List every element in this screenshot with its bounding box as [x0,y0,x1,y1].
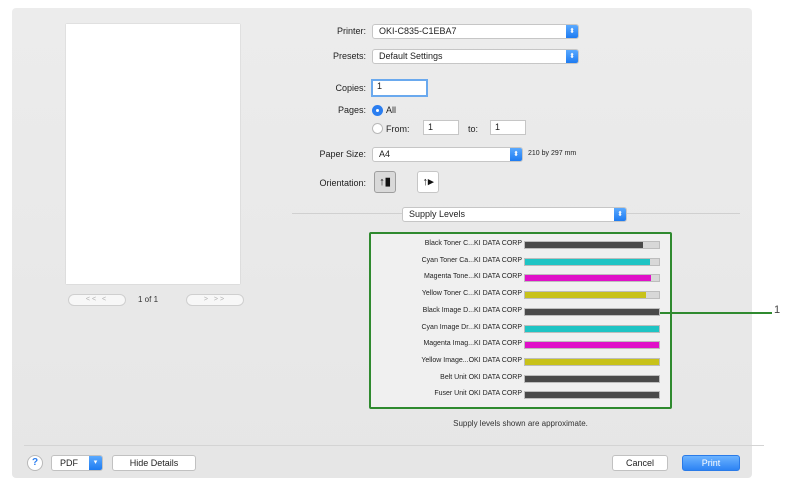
supply-row: Yellow Toner C...KI DATA CORP [371,287,670,303]
supply-row: Cyan Image Dr...KI DATA CORP [371,321,670,337]
pages-range-radio[interactable] [372,123,383,134]
supply-name: Cyan Image Dr...KI DATA CORP [421,323,523,331]
supply-name: Cyan Toner Ca...KI DATA CORP [421,256,522,264]
supply-row: Fuser Unit OKI DATA CORP [371,387,670,403]
popup-arrows-icon: ⬍ [614,208,626,221]
supply-name: Magenta Tone...KI DATA CORP [423,273,522,281]
supply-row: Black Toner C...KI DATA CORP [371,237,670,253]
supply-level-bar [524,341,660,350]
supply-row: Yellow Image...OKI DATA CORP [371,354,670,370]
cancel-button[interactable]: Cancel [612,455,668,471]
supply-row: Belt Unit OKI DATA CORP [371,371,670,387]
printer-popup[interactable]: OKI-C835-C1EBA7 ⬍ [372,24,579,39]
paper-size-value: A4 [379,149,391,159]
section-popup-value: Supply Levels [409,209,466,219]
supply-level-bar [524,257,660,266]
supply-name: Black Toner C...KI DATA CORP [424,240,522,247]
preview-pager: << < 1 of 1 > >> [68,294,248,306]
help-button[interactable]: ? [27,455,43,471]
supply-row: Magenta Imag...KI DATA CORP [371,337,670,353]
pages-to-label: to: [468,124,479,134]
supply-level-bar [524,274,660,283]
supply-level-bar [524,374,660,383]
callout-number: 1 [774,304,781,316]
supply-level-fill [525,358,659,365]
pages-label: Pages: [337,105,366,115]
supply-level-bar [524,324,660,333]
pdf-label: PDF [60,458,78,468]
print-dialog: << < 1 of 1 > >> Printer: OKI-C835-C1EBA… [12,8,764,478]
footer-divider [24,445,764,446]
next-page-buttons[interactable]: > >> [186,294,244,306]
supply-level-bar [524,391,660,400]
pages-all-radio[interactable] [372,105,383,116]
page-preview [66,24,240,284]
section-popup[interactable]: Supply Levels ⬍ [402,207,627,222]
supply-level-fill [525,275,651,282]
pages-from-field[interactable]: 1 [423,120,459,135]
supply-level-fill [525,392,659,399]
printer-value: OKI-C835-C1EBA7 [379,26,457,36]
supply-level-bar [524,307,660,316]
supply-level-fill [525,308,659,315]
approximate-note: Supply levels shown are approximate. [453,419,588,428]
supply-level-fill [525,258,650,265]
landscape-icon: ↑▸ [422,176,434,188]
supply-level-fill [525,242,643,248]
chevron-down-icon: ▾ [89,456,102,470]
pages-to-field[interactable]: 1 [490,120,526,135]
supply-name: Black Image D...KI DATA CORP [422,306,522,314]
portrait-orientation-button[interactable]: ↑▮ [374,171,396,193]
supply-name: Yellow Image...OKI DATA CORP [421,356,522,364]
orientation-label: Orientation: [319,178,366,188]
supply-name: Belt Unit OKI DATA CORP [440,373,522,381]
presets-popup[interactable]: Default Settings ⬍ [372,49,579,64]
supply-level-fill [525,325,659,332]
copies-field[interactable]: 1 [371,79,428,97]
page-indicator: 1 of 1 [138,295,159,304]
prev-page-buttons[interactable]: << < [68,294,126,306]
supply-row: Magenta Tone...KI DATA CORP [371,270,670,286]
popup-arrows-icon: ⬍ [566,50,578,63]
supply-levels-panel: Black Toner C...KI DATA CORP Cyan Toner C… [369,232,672,409]
pages-from-label: From: [386,124,410,134]
hide-details-button[interactable]: Hide Details [112,455,196,471]
popup-arrows-icon: ⬍ [510,148,522,161]
popup-arrows-icon: ⬍ [566,25,578,38]
paper-dimensions: 210 by 297 mm [528,150,577,157]
presets-label: Presets: [332,51,366,61]
supply-level-bar [524,241,660,249]
portrait-icon: ↑▮ [379,176,391,188]
print-button[interactable]: Print [682,455,740,471]
callout-line [660,312,772,314]
supply-name: Magenta Imag...KI DATA CORP [423,340,522,348]
landscape-orientation-button[interactable]: ↑▸ [417,171,439,193]
pages-all-label: All [386,105,397,115]
supply-row: Cyan Toner Ca...KI DATA CORP [371,254,670,270]
supply-level-fill [525,292,646,299]
printer-label: Printer: [336,26,366,36]
supply-level-fill [525,342,659,349]
paper-size-popup[interactable]: A4 ⬍ [372,147,523,162]
supply-name: Yellow Toner C...KI DATA CORP [421,290,522,298]
paper-size-label: Paper Size: [319,149,366,159]
presets-value: Default Settings [379,51,443,61]
pdf-menu-button[interactable]: PDF ▾ [51,455,103,471]
supply-row: Black Image D...KI DATA CORP [371,304,670,320]
copies-label: Copies: [335,83,366,93]
supply-level-bar [524,291,660,300]
supply-name: Fuser Unit OKI DATA CORP [434,390,522,398]
supply-level-bar [524,357,660,366]
supply-level-fill [525,375,659,382]
